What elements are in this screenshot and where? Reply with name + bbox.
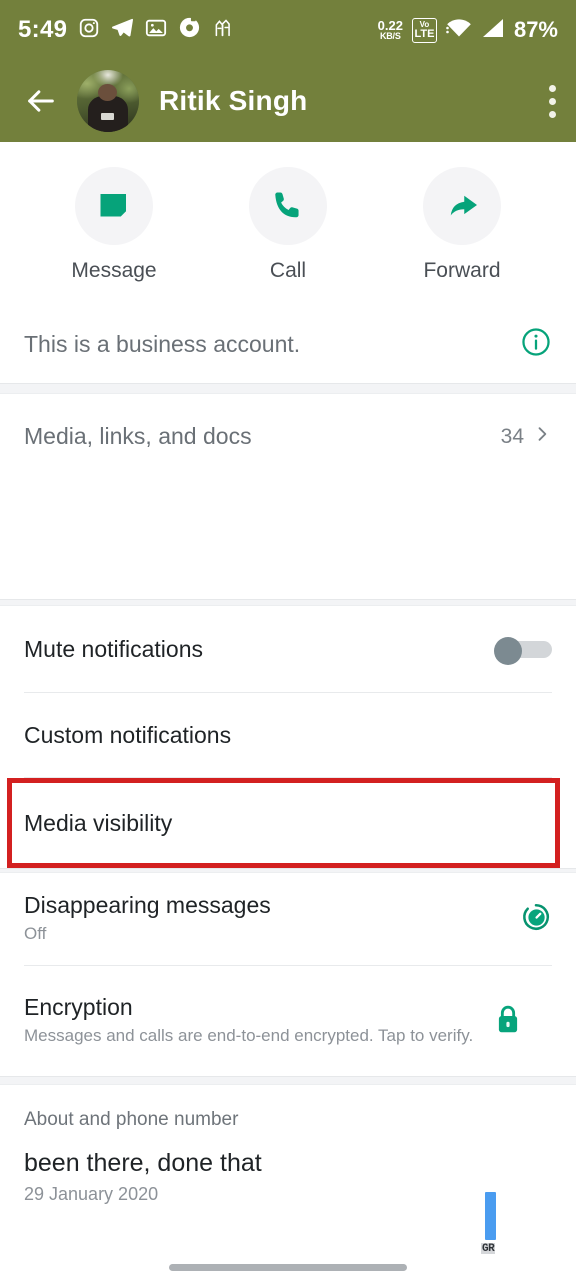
instagram-icon bbox=[78, 17, 100, 44]
volte-icon: Vo LTE bbox=[411, 17, 437, 43]
page-title: Ritik Singh bbox=[159, 85, 308, 116]
disappearing-messages-title: Disappearing messages bbox=[24, 892, 271, 919]
media-links-docs-label: Media, links, and docs bbox=[24, 423, 252, 449]
notification-settings-card: Mute notifications Custom notifications … bbox=[0, 606, 576, 868]
app-icon bbox=[212, 17, 233, 43]
call-button[interactable]: Call bbox=[230, 167, 346, 283]
gesture-pill[interactable] bbox=[169, 1263, 407, 1271]
disappearing-messages-subtitle: Off bbox=[24, 924, 47, 944]
mute-notifications-row[interactable]: Mute notifications bbox=[0, 606, 576, 692]
disappearing-messages-row[interactable]: Disappearing messages Off bbox=[0, 873, 576, 965]
about-date: 29 January 2020 bbox=[24, 1184, 159, 1204]
media-card: Media, links, and docs 34 bbox=[0, 394, 576, 599]
battery-percent: 87% bbox=[513, 17, 558, 42]
signal-icon bbox=[481, 18, 505, 43]
forward-button[interactable]: Forward bbox=[404, 167, 520, 283]
avatar[interactable] bbox=[77, 70, 139, 132]
timer-icon bbox=[520, 901, 552, 938]
media-count: 34 bbox=[500, 424, 524, 448]
forward-label: Forward bbox=[423, 259, 501, 282]
circle-record-icon bbox=[178, 16, 201, 44]
media-visibility-row[interactable]: Media visibility bbox=[0, 778, 576, 868]
wifi-icon bbox=[446, 18, 472, 43]
custom-notifications-label: Custom notifications bbox=[24, 721, 232, 748]
app-bar: Ritik Singh bbox=[0, 60, 576, 142]
quick-actions: Message Call Forward bbox=[0, 142, 576, 305]
business-account-card: This is a business account. bbox=[0, 305, 576, 383]
business-account-label: This is a business account. bbox=[24, 330, 301, 357]
system-gesture-bar bbox=[0, 1254, 576, 1280]
scrollbar-thumb[interactable] bbox=[485, 1192, 496, 1240]
status-bar-left: 5:49 bbox=[18, 16, 233, 44]
business-account-row[interactable]: This is a business account. bbox=[0, 305, 576, 383]
media-visibility-wrapper: Media visibility bbox=[0, 778, 576, 868]
telegram-icon bbox=[111, 16, 134, 44]
status-bar-right: 0.22 KB/S Vo LTE 87% bbox=[378, 17, 558, 43]
section-divider-2 bbox=[0, 599, 576, 606]
media-links-docs-row[interactable]: Media, links, and docs 34 bbox=[0, 394, 576, 479]
about-status-text: been there, done that bbox=[24, 1149, 262, 1177]
toggle-knob bbox=[494, 637, 522, 665]
about-header: About and phone number bbox=[24, 1109, 239, 1130]
network-speed-unit: KB/S bbox=[379, 31, 401, 41]
message-label: Message bbox=[71, 259, 157, 282]
volte-bottom-text: LTE bbox=[414, 27, 435, 40]
section-divider bbox=[0, 383, 576, 394]
mute-notifications-toggle[interactable] bbox=[494, 637, 552, 665]
media-visibility-label: Media visibility bbox=[24, 809, 173, 836]
network-speed-indicator: 0.22 KB/S bbox=[378, 19, 403, 41]
info-icon[interactable] bbox=[520, 326, 552, 363]
status-bar: 5:49 0.22 KB/S Vo LTE 87% bbox=[0, 0, 576, 60]
privacy-card: Disappearing messages Off Encryption Mes… bbox=[0, 873, 576, 1076]
phone-icon bbox=[249, 167, 327, 245]
encryption-subtitle: Messages and calls are end-to-end encryp… bbox=[24, 1026, 474, 1046]
status-time: 5:49 bbox=[18, 16, 68, 43]
section-divider-4 bbox=[0, 1076, 576, 1085]
encryption-row[interactable]: Encryption Messages and calls are end-to… bbox=[0, 966, 576, 1076]
call-label: Call bbox=[269, 259, 307, 282]
chevron-right-icon bbox=[532, 424, 552, 449]
overflow-menu-icon[interactable] bbox=[548, 84, 556, 118]
mute-notifications-label: Mute notifications bbox=[24, 635, 203, 662]
lock-icon bbox=[493, 1003, 523, 1040]
gallery-icon bbox=[145, 17, 167, 44]
message-icon bbox=[75, 167, 153, 245]
back-arrow-icon[interactable] bbox=[24, 84, 58, 118]
forward-arrow-icon bbox=[423, 167, 501, 245]
encryption-title: Encryption bbox=[24, 994, 133, 1021]
message-button[interactable]: Message bbox=[56, 167, 172, 283]
custom-notifications-row[interactable]: Custom notifications bbox=[0, 693, 576, 777]
